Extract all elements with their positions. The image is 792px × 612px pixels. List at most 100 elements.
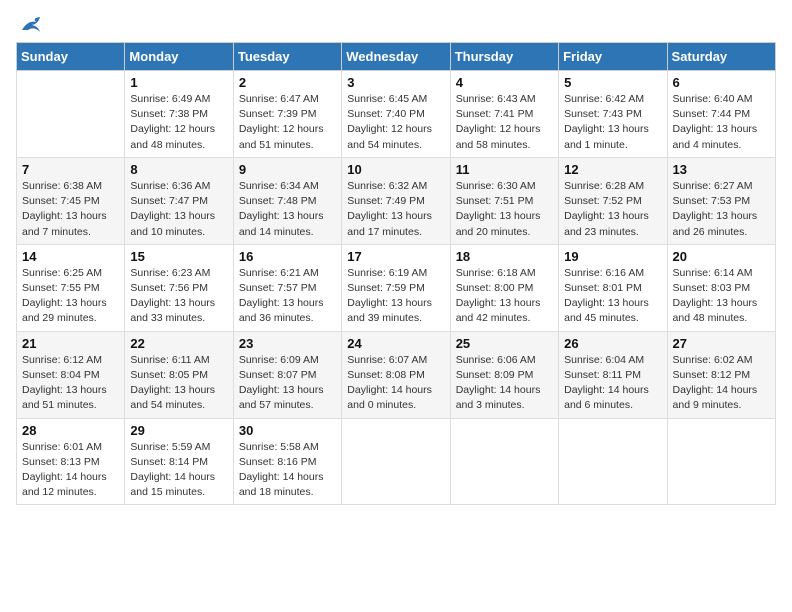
day-number: 15 [130, 249, 227, 264]
day-number: 30 [239, 423, 336, 438]
day-number: 7 [22, 162, 119, 177]
day-number: 8 [130, 162, 227, 177]
column-header-friday: Friday [559, 43, 667, 71]
day-info: Sunrise: 6:28 AMSunset: 7:52 PMDaylight:… [564, 179, 661, 240]
day-info: Sunrise: 6:38 AMSunset: 7:45 PMDaylight:… [22, 179, 119, 240]
column-header-saturday: Saturday [667, 43, 775, 71]
calendar-header-row: SundayMondayTuesdayWednesdayThursdayFrid… [17, 43, 776, 71]
day-info: Sunrise: 6:45 AMSunset: 7:40 PMDaylight:… [347, 92, 444, 153]
calendar-cell: 7 Sunrise: 6:38 AMSunset: 7:45 PMDayligh… [17, 157, 125, 244]
calendar-cell: 3 Sunrise: 6:45 AMSunset: 7:40 PMDayligh… [342, 71, 450, 158]
calendar-cell: 10 Sunrise: 6:32 AMSunset: 7:49 PMDaylig… [342, 157, 450, 244]
column-header-wednesday: Wednesday [342, 43, 450, 71]
column-header-sunday: Sunday [17, 43, 125, 71]
calendar-week-row: 28 Sunrise: 6:01 AMSunset: 8:13 PMDaylig… [17, 418, 776, 505]
day-info: Sunrise: 6:01 AMSunset: 8:13 PMDaylight:… [22, 440, 119, 501]
calendar-week-row: 21 Sunrise: 6:12 AMSunset: 8:04 PMDaylig… [17, 331, 776, 418]
calendar-cell: 1 Sunrise: 6:49 AMSunset: 7:38 PMDayligh… [125, 71, 233, 158]
day-info: Sunrise: 6:06 AMSunset: 8:09 PMDaylight:… [456, 353, 553, 414]
day-info: Sunrise: 6:49 AMSunset: 7:38 PMDaylight:… [130, 92, 227, 153]
day-number: 5 [564, 75, 661, 90]
calendar-cell: 6 Sunrise: 6:40 AMSunset: 7:44 PMDayligh… [667, 71, 775, 158]
calendar-cell: 15 Sunrise: 6:23 AMSunset: 7:56 PMDaylig… [125, 244, 233, 331]
day-number: 13 [673, 162, 770, 177]
column-header-tuesday: Tuesday [233, 43, 341, 71]
calendar-cell [450, 418, 558, 505]
calendar-cell: 18 Sunrise: 6:18 AMSunset: 8:00 PMDaylig… [450, 244, 558, 331]
day-number: 11 [456, 162, 553, 177]
day-number: 25 [456, 336, 553, 351]
day-number: 17 [347, 249, 444, 264]
calendar-cell: 29 Sunrise: 5:59 AMSunset: 8:14 PMDaylig… [125, 418, 233, 505]
day-info: Sunrise: 6:16 AMSunset: 8:01 PMDaylight:… [564, 266, 661, 327]
day-info: Sunrise: 6:18 AMSunset: 8:00 PMDaylight:… [456, 266, 553, 327]
day-info: Sunrise: 6:30 AMSunset: 7:51 PMDaylight:… [456, 179, 553, 240]
day-info: Sunrise: 6:23 AMSunset: 7:56 PMDaylight:… [130, 266, 227, 327]
day-info: Sunrise: 6:25 AMSunset: 7:55 PMDaylight:… [22, 266, 119, 327]
day-info: Sunrise: 6:21 AMSunset: 7:57 PMDaylight:… [239, 266, 336, 327]
day-number: 28 [22, 423, 119, 438]
day-number: 19 [564, 249, 661, 264]
calendar-week-row: 14 Sunrise: 6:25 AMSunset: 7:55 PMDaylig… [17, 244, 776, 331]
calendar-cell: 14 Sunrise: 6:25 AMSunset: 7:55 PMDaylig… [17, 244, 125, 331]
calendar-table: SundayMondayTuesdayWednesdayThursdayFrid… [16, 42, 776, 505]
calendar-cell: 20 Sunrise: 6:14 AMSunset: 8:03 PMDaylig… [667, 244, 775, 331]
calendar-week-row: 1 Sunrise: 6:49 AMSunset: 7:38 PMDayligh… [17, 71, 776, 158]
calendar-cell [17, 71, 125, 158]
calendar-cell: 19 Sunrise: 6:16 AMSunset: 8:01 PMDaylig… [559, 244, 667, 331]
day-number: 16 [239, 249, 336, 264]
calendar-cell: 25 Sunrise: 6:06 AMSunset: 8:09 PMDaylig… [450, 331, 558, 418]
day-info: Sunrise: 6:27 AMSunset: 7:53 PMDaylight:… [673, 179, 770, 240]
column-header-monday: Monday [125, 43, 233, 71]
calendar-cell: 23 Sunrise: 6:09 AMSunset: 8:07 PMDaylig… [233, 331, 341, 418]
day-number: 27 [673, 336, 770, 351]
calendar-cell: 4 Sunrise: 6:43 AMSunset: 7:41 PMDayligh… [450, 71, 558, 158]
calendar-cell [559, 418, 667, 505]
day-number: 20 [673, 249, 770, 264]
day-info: Sunrise: 6:47 AMSunset: 7:39 PMDaylight:… [239, 92, 336, 153]
day-number: 2 [239, 75, 336, 90]
calendar-cell: 17 Sunrise: 6:19 AMSunset: 7:59 PMDaylig… [342, 244, 450, 331]
day-info: Sunrise: 6:42 AMSunset: 7:43 PMDaylight:… [564, 92, 661, 153]
day-number: 18 [456, 249, 553, 264]
day-info: Sunrise: 6:32 AMSunset: 7:49 PMDaylight:… [347, 179, 444, 240]
calendar-cell: 26 Sunrise: 6:04 AMSunset: 8:11 PMDaylig… [559, 331, 667, 418]
day-info: Sunrise: 6:09 AMSunset: 8:07 PMDaylight:… [239, 353, 336, 414]
day-info: Sunrise: 6:40 AMSunset: 7:44 PMDaylight:… [673, 92, 770, 153]
day-number: 26 [564, 336, 661, 351]
day-number: 10 [347, 162, 444, 177]
page-header [16, 16, 776, 34]
day-number: 12 [564, 162, 661, 177]
day-number: 1 [130, 75, 227, 90]
calendar-cell: 16 Sunrise: 6:21 AMSunset: 7:57 PMDaylig… [233, 244, 341, 331]
day-number: 21 [22, 336, 119, 351]
day-info: Sunrise: 5:58 AMSunset: 8:16 PMDaylight:… [239, 440, 336, 501]
day-info: Sunrise: 6:02 AMSunset: 8:12 PMDaylight:… [673, 353, 770, 414]
calendar-cell: 11 Sunrise: 6:30 AMSunset: 7:51 PMDaylig… [450, 157, 558, 244]
calendar-cell: 13 Sunrise: 6:27 AMSunset: 7:53 PMDaylig… [667, 157, 775, 244]
day-info: Sunrise: 6:04 AMSunset: 8:11 PMDaylight:… [564, 353, 661, 414]
day-info: Sunrise: 6:14 AMSunset: 8:03 PMDaylight:… [673, 266, 770, 327]
calendar-cell: 5 Sunrise: 6:42 AMSunset: 7:43 PMDayligh… [559, 71, 667, 158]
calendar-cell: 28 Sunrise: 6:01 AMSunset: 8:13 PMDaylig… [17, 418, 125, 505]
logo [16, 16, 44, 34]
day-info: Sunrise: 6:36 AMSunset: 7:47 PMDaylight:… [130, 179, 227, 240]
column-header-thursday: Thursday [450, 43, 558, 71]
calendar-cell: 8 Sunrise: 6:36 AMSunset: 7:47 PMDayligh… [125, 157, 233, 244]
day-info: Sunrise: 6:43 AMSunset: 7:41 PMDaylight:… [456, 92, 553, 153]
calendar-cell [667, 418, 775, 505]
calendar-cell: 2 Sunrise: 6:47 AMSunset: 7:39 PMDayligh… [233, 71, 341, 158]
calendar-cell [342, 418, 450, 505]
day-info: Sunrise: 6:07 AMSunset: 8:08 PMDaylight:… [347, 353, 444, 414]
day-info: Sunrise: 6:12 AMSunset: 8:04 PMDaylight:… [22, 353, 119, 414]
day-number: 14 [22, 249, 119, 264]
calendar-cell: 12 Sunrise: 6:28 AMSunset: 7:52 PMDaylig… [559, 157, 667, 244]
calendar-cell: 27 Sunrise: 6:02 AMSunset: 8:12 PMDaylig… [667, 331, 775, 418]
day-number: 22 [130, 336, 227, 351]
day-number: 9 [239, 162, 336, 177]
calendar-cell: 24 Sunrise: 6:07 AMSunset: 8:08 PMDaylig… [342, 331, 450, 418]
day-number: 29 [130, 423, 227, 438]
calendar-week-row: 7 Sunrise: 6:38 AMSunset: 7:45 PMDayligh… [17, 157, 776, 244]
day-info: Sunrise: 6:11 AMSunset: 8:05 PMDaylight:… [130, 353, 227, 414]
day-number: 24 [347, 336, 444, 351]
